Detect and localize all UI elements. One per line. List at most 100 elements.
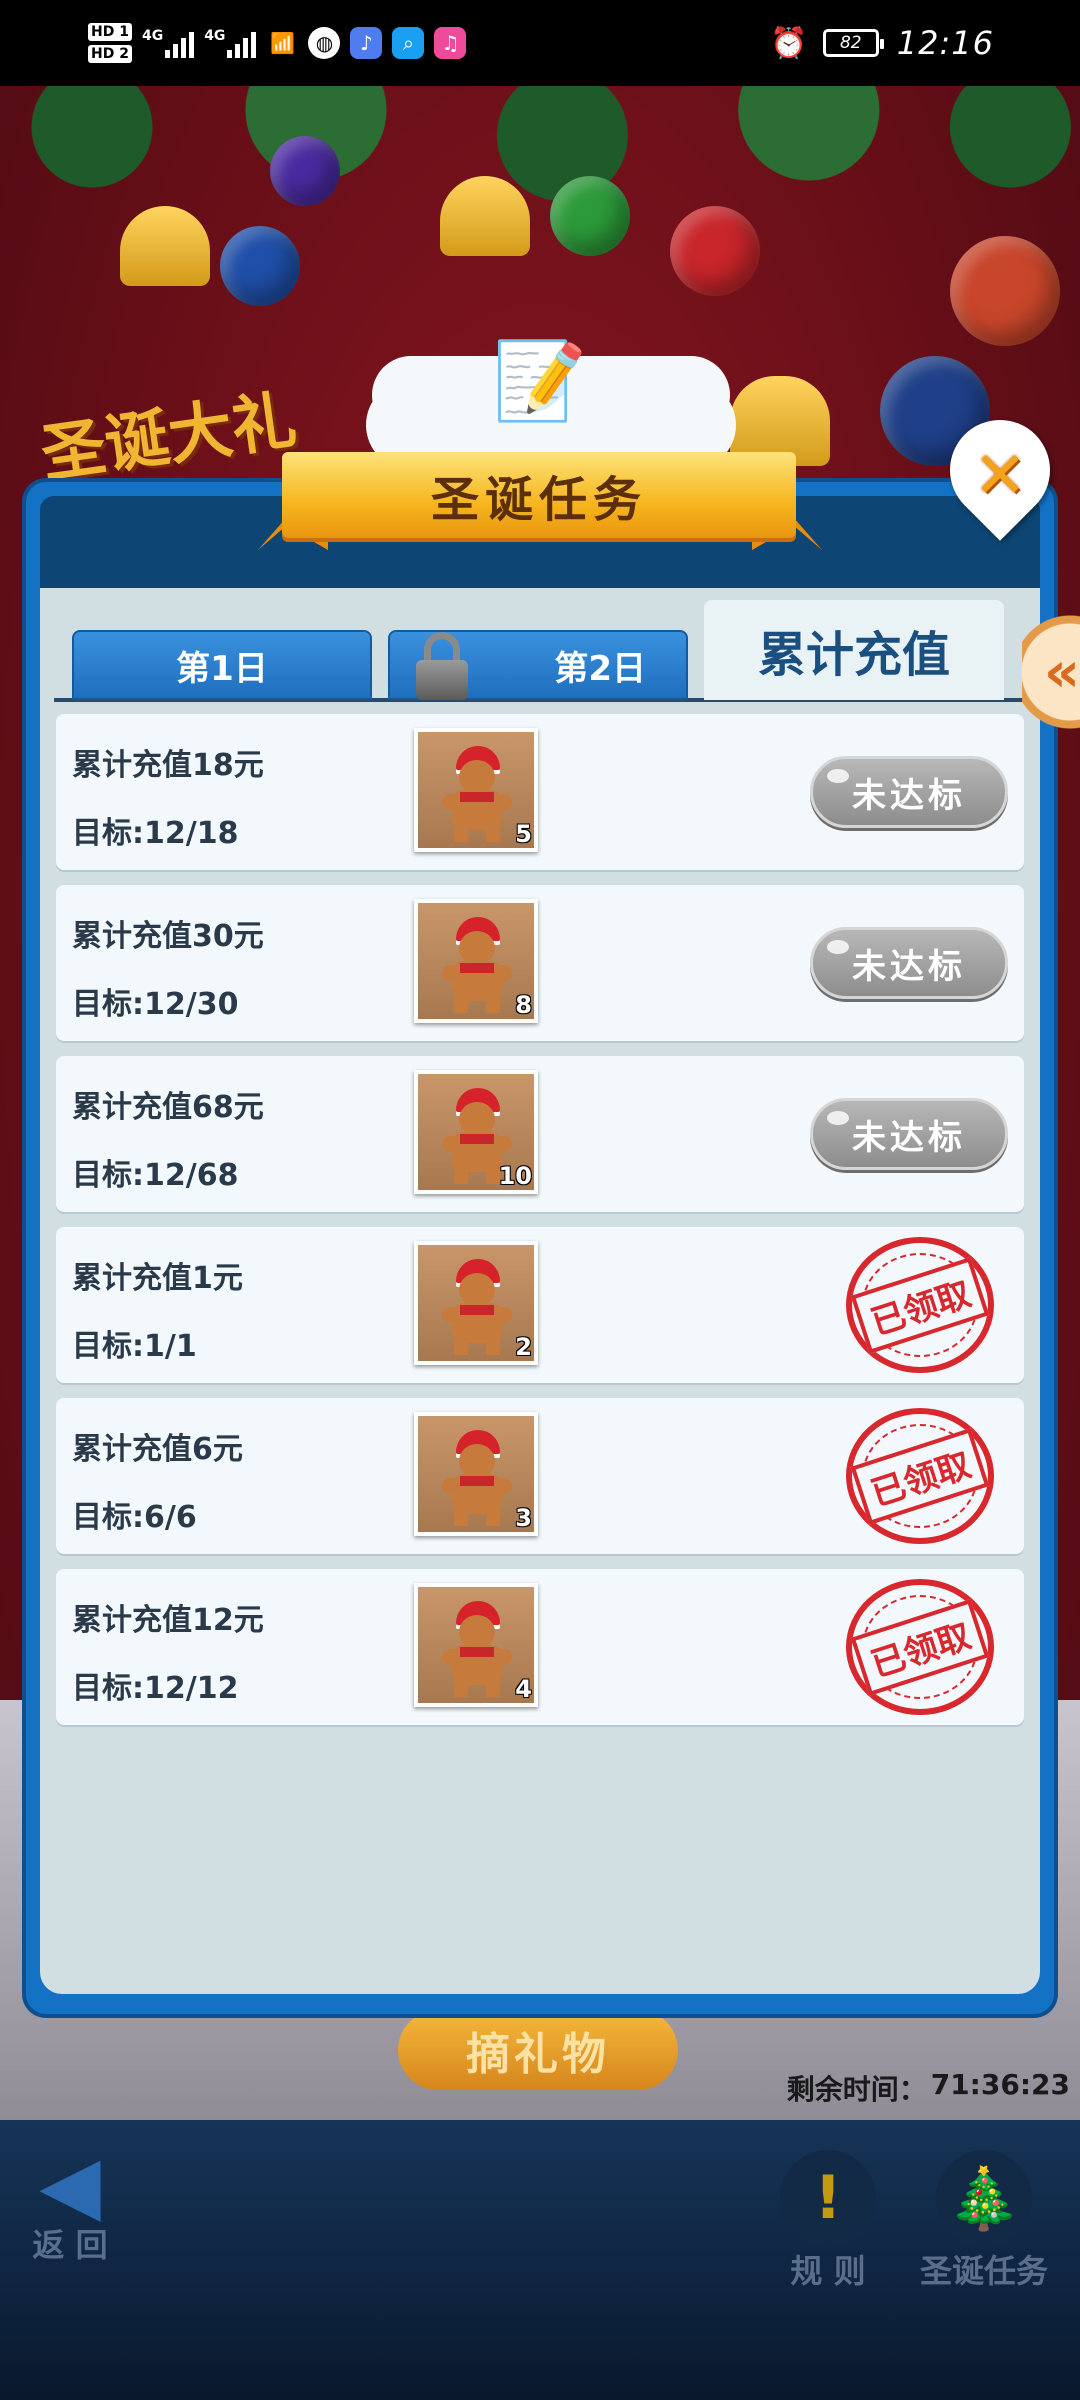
battery-icon: 82: [822, 29, 884, 57]
reward-count: 5: [515, 820, 532, 848]
task-title: 累计充值12元: [72, 1603, 264, 1638]
signal-1: 4G: [141, 28, 195, 58]
task-title: 累计充值6元: [72, 1432, 243, 1467]
bell-icon: [440, 176, 530, 256]
rules-button[interactable]: ! 规 则: [780, 2150, 876, 2292]
not-reached-label: 未达标: [852, 1117, 966, 1158]
back-arrow-icon: ◀: [39, 2138, 101, 2231]
rules-label: 规 则: [790, 2252, 866, 2290]
not-reached-label: 未达标: [852, 946, 966, 987]
back-button[interactable]: ◀ 返 回: [30, 2138, 110, 2266]
alarm-icon: ⏰: [770, 25, 808, 61]
task-row: 累计充值30元 目标:12/30 8 未达标: [56, 885, 1024, 1041]
back-label: 返 回: [32, 2226, 108, 2264]
reward-count: 8: [515, 991, 532, 1019]
claimed-stamp-label: 已领取: [850, 1427, 990, 1525]
not-reached-label: 未达标: [852, 775, 966, 816]
tab-day-1[interactable]: 第1日: [72, 630, 372, 700]
christmas-tree-icon: 🎄: [936, 2150, 1032, 2246]
hd-indicator: HD 1 HD 2: [88, 21, 132, 65]
close-icon: ✕: [973, 439, 1027, 513]
clock: 12:16: [896, 24, 994, 62]
music-icon: ♪: [350, 27, 383, 59]
exclamation-icon: !: [780, 2150, 876, 2246]
signal-bars-icon: [227, 28, 257, 58]
task-goal: 目标:1/1: [72, 1329, 197, 1364]
not-reached-button[interactable]: 未达标: [810, 927, 1008, 999]
hd2-label: HD 2: [88, 45, 132, 63]
expand-arrow-icon[interactable]: «: [1022, 612, 1080, 732]
ornament-ball: [550, 176, 630, 256]
claimed-stamp-label: 已领取: [850, 1256, 990, 1354]
lock-icon: [412, 632, 472, 702]
reward-item[interactable]: 10: [414, 1070, 538, 1194]
task-row: 累计充值12元 目标:12/12 4 已领取: [56, 1569, 1024, 1725]
reward-count: 4: [515, 1675, 532, 1703]
reward-item[interactable]: 4: [414, 1583, 538, 1707]
task-row: 累计充值6元 目标:6/6 3 已领取: [56, 1398, 1024, 1554]
search-app-icon: ⌕: [392, 27, 425, 59]
ornament-ball: [950, 236, 1060, 346]
battery-level: 82: [839, 33, 862, 53]
gingerbread-icon: [442, 1426, 512, 1526]
panel-title: 圣诞任务: [430, 472, 647, 528]
task-goal: 目标:6/6: [72, 1500, 197, 1535]
claimed-stamp: 已领取: [846, 1237, 994, 1373]
reward-count: 3: [515, 1504, 532, 1532]
reward-item[interactable]: 2: [414, 1241, 538, 1365]
claimed-stamp: 已领取: [846, 1408, 994, 1544]
task-goal: 目标:12/30: [72, 987, 239, 1022]
claimed-stamp-label: 已领取: [850, 1598, 990, 1696]
book-pencil-icon: 📝: [492, 336, 588, 425]
reward-item[interactable]: 8: [414, 899, 538, 1023]
ornament-ball: [220, 226, 300, 306]
task-goal: 目标:12/18: [72, 816, 239, 851]
task-title: 累计充值1元: [72, 1261, 243, 1296]
bell-icon: [120, 206, 210, 286]
task-title: 累计充值68元: [72, 1090, 264, 1125]
tab-day-1-label: 第1日: [176, 648, 268, 689]
reward-item[interactable]: 5: [414, 728, 538, 852]
not-reached-button[interactable]: 未达标: [810, 1098, 1008, 1170]
close-button[interactable]: ✕: [929, 399, 1071, 541]
remaining-time: 剩余时间： 71:36:23: [787, 2068, 1070, 2108]
reward-count: 2: [515, 1333, 532, 1361]
ornament-ball: [670, 206, 760, 296]
panel-title-ribbon: 圣诞任务: [282, 452, 796, 538]
gingerbread-icon: [442, 913, 512, 1013]
tab-day-2-label: 第2日: [554, 648, 646, 689]
remaining-time-value: 71:36:23: [930, 2068, 1070, 2101]
wifi-icon: 📶: [269, 31, 295, 55]
christmas-tasks-label: 圣诞任务: [920, 2252, 1049, 2290]
task-goal: 目标:12/68: [72, 1158, 239, 1193]
tab-day-2[interactable]: 第2日: [388, 630, 688, 700]
remaining-time-label: 剩余时间：: [786, 2073, 927, 2106]
pick-gift-button[interactable]: 摘礼物: [398, 2010, 678, 2090]
background-title: 圣诞大礼: [36, 383, 301, 493]
gingerbread-icon: [442, 1255, 512, 1355]
status-bar: HD 1 HD 2 4G 4G 📶 ◍ ♪ ⌕ ♫ ⏰ 82 12:16: [0, 0, 1080, 86]
browser-icon: ◍: [308, 27, 341, 59]
reward-item[interactable]: 3: [414, 1412, 538, 1536]
task-title: 累计充值18元: [72, 748, 264, 783]
signal-2: 4G: [204, 28, 257, 58]
task-title: 累计充值30元: [72, 919, 264, 954]
task-goal: 目标:12/12: [72, 1671, 239, 1706]
network-type-1: 4G: [141, 28, 164, 44]
tab-bar: 第1日 第2日 累计充值: [54, 600, 1034, 700]
claimed-stamp: 已领取: [846, 1579, 994, 1715]
not-reached-button[interactable]: 未达标: [810, 756, 1008, 828]
reward-count: 10: [498, 1162, 532, 1190]
signal-bars-icon: [165, 28, 195, 58]
bottom-bar: ◀ 返 回 ! 规 则 🎄 圣诞任务: [0, 2120, 1080, 2400]
app-icon: ♫: [434, 27, 467, 59]
ornament-ball: [270, 136, 340, 206]
network-type-2: 4G: [204, 28, 226, 44]
gingerbread-icon: [442, 1597, 512, 1697]
task-row: 累计充值1元 目标:1/1 2 已领取: [56, 1227, 1024, 1383]
tab-cumulative-recharge-label: 累计充值: [757, 627, 950, 683]
tab-cumulative-recharge[interactable]: 累计充值: [704, 600, 1004, 700]
hd1-label: HD 1: [88, 23, 132, 41]
task-row: 累计充值68元 目标:12/68 10 未达标: [56, 1056, 1024, 1212]
christmas-tasks-button[interactable]: 🎄 圣诞任务: [920, 2150, 1048, 2292]
